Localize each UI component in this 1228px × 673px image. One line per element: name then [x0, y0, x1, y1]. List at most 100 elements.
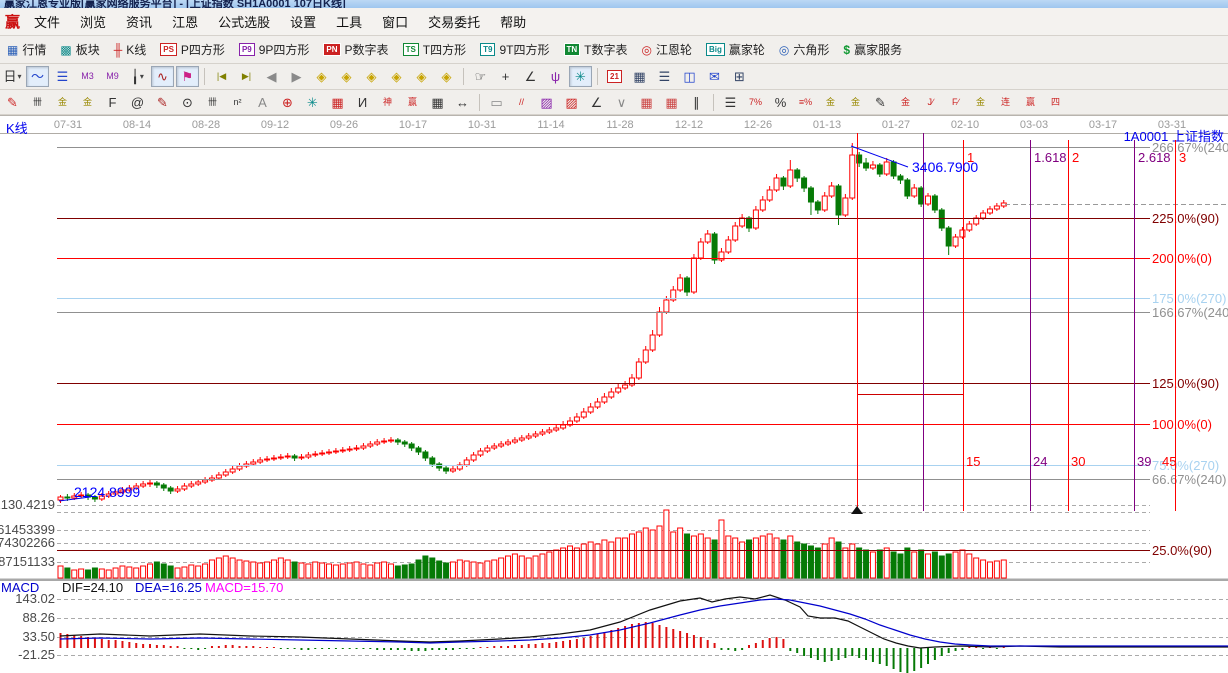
t9-square-button[interactable]: T99T四方形 — [473, 39, 556, 60]
diamond-arrow-star-button[interactable]: ◈ — [410, 66, 433, 87]
diamond-arrow-right-button[interactable]: ◈ — [335, 66, 358, 87]
color-flag-button[interactable]: ⚑ — [176, 66, 199, 87]
fan-box-button[interactable]: ▨ — [535, 92, 558, 113]
menu-7[interactable]: 窗口 — [372, 9, 418, 34]
t-square-button[interactable]: TST四方形 — [396, 39, 474, 60]
gold-line-button[interactable]: 金 — [844, 92, 867, 113]
f-line-button[interactable]: F∕ — [944, 92, 967, 113]
web-button[interactable]: ✳ — [301, 92, 324, 113]
period-selector-button-dropdown-icon[interactable]: ▾ — [18, 73, 22, 81]
angle-tool-button[interactable]: ∠ — [519, 66, 542, 87]
grid-red-button[interactable]: ▦ — [326, 92, 349, 113]
info-panel-button[interactable]: ☰ — [51, 66, 74, 87]
percent-slash-button[interactable]: 7% — [744, 92, 767, 113]
mirror-button[interactable]: A — [251, 92, 274, 113]
menu-3[interactable]: 江恩 — [162, 9, 208, 34]
volume-bar — [444, 563, 449, 578]
target-red-button[interactable]: ⊕ — [276, 92, 299, 113]
save-button[interactable]: ◫ — [678, 66, 701, 87]
candle-type-button[interactable]: ╽▾ — [126, 66, 149, 87]
p-number-table-button[interactable]: PNP数字表 — [316, 39, 395, 60]
menu-0[interactable]: 文件 — [24, 9, 70, 34]
mail-button[interactable]: ✉ — [703, 66, 726, 87]
menu-9[interactable]: 帮助 — [490, 9, 536, 34]
calculator-button[interactable]: ▦ — [628, 66, 651, 87]
fan-box2-button[interactable]: ▨ — [560, 92, 583, 113]
box-tool-button[interactable]: ▭ — [485, 92, 508, 113]
p9-square-button[interactable]: P99P四方形 — [232, 39, 316, 60]
i-quote-button[interactable]: И — [351, 92, 374, 113]
diamond-arrow-all-button[interactable]: ◈ — [435, 66, 458, 87]
diamond-arrow-in-button[interactable]: ◈ — [385, 66, 408, 87]
gann-wheel-button[interactable]: ◎江恩轮 — [635, 39, 700, 60]
diamond-arrow-h-button[interactable]: ◈ — [360, 66, 383, 87]
kline-button[interactable]: ╫K线 — [107, 39, 154, 60]
j-line-button[interactable]: J∕ — [919, 92, 942, 113]
menu-5[interactable]: 设置 — [280, 9, 326, 34]
gold-ratio-button[interactable]: 金 — [51, 92, 74, 113]
n2-button[interactable]: n² — [226, 92, 249, 113]
menu-1[interactable]: 浏览 — [70, 9, 116, 34]
quote-button[interactable]: ▦行情 — [0, 39, 53, 60]
width-button[interactable]: ↔ — [451, 92, 474, 113]
notes-button[interactable]: ☰ — [653, 66, 676, 87]
calendar-button[interactable]: 21 — [603, 66, 626, 87]
wave-v-button[interactable]: ∨ — [610, 92, 633, 113]
winner-service-button[interactable]: $赢家服务 — [836, 39, 909, 60]
f-ruler-button[interactable]: F — [101, 92, 124, 113]
kline-chart-svg[interactable]: 07-3108-1408-2809-1209-2610-1710-3111-14… — [0, 115, 1228, 673]
hand-tool-button[interactable]: ☞ — [469, 66, 492, 87]
sector-button[interactable]: ▩板块 — [53, 39, 106, 60]
percent-button[interactable]: % — [769, 92, 792, 113]
ying-slash-button[interactable]: 赢 — [1019, 92, 1042, 113]
t-number-table-button[interactable]: TNT数字表 — [557, 39, 635, 60]
brush-button[interactable]: ✎ — [869, 92, 892, 113]
time-cycle-button[interactable]: ⊙ — [176, 92, 199, 113]
first-page-button[interactable]: |◀ — [210, 66, 233, 87]
ruler2-button[interactable]: 卌 — [201, 92, 224, 113]
gold-circle-button[interactable]: 金 — [819, 92, 842, 113]
lian-button[interactable]: 连 — [994, 92, 1017, 113]
gann-shape-button[interactable]: ψ — [544, 66, 567, 87]
grid-123-button[interactable]: ▦ — [426, 92, 449, 113]
chart-area[interactable]: 07-3108-1408-2809-1209-2610-1710-3111-14… — [0, 115, 1228, 673]
si-button[interactable]: 四 — [1044, 92, 1067, 113]
gold-ratio2-button[interactable]: 金 — [76, 92, 99, 113]
shen-button[interactable]: 神 — [376, 92, 399, 113]
diamond-arrow-left-button[interactable]: ◈ — [310, 66, 333, 87]
prev-bar-button[interactable]: ◀ — [260, 66, 283, 87]
angle-lines-button[interactable]: ∠ — [585, 92, 608, 113]
percent-levels-button[interactable]: ≡% — [794, 92, 817, 113]
pencil2-button[interactable]: ✎ — [151, 92, 174, 113]
grid3-button[interactable]: ▦ — [660, 92, 683, 113]
p-square-button[interactable]: PSP四方形 — [153, 39, 232, 60]
winner-wheel-button[interactable]: Big赢家轮 — [699, 39, 772, 60]
gold-slash-button[interactable]: 金 — [969, 92, 992, 113]
candle-type-button-dropdown-icon[interactable]: ▾ — [140, 73, 144, 81]
menu-8[interactable]: 交易委托 — [418, 9, 490, 34]
gold-slash-icon: 金 — [976, 98, 985, 107]
print-button[interactable]: ⊞ — [728, 66, 751, 87]
slash-button[interactable]: ∥ — [685, 92, 708, 113]
brain-tool-button[interactable]: ✳ — [569, 66, 592, 87]
next-bar-button[interactable]: ▶ — [285, 66, 308, 87]
bars-3-button[interactable]: M3 — [76, 66, 99, 87]
measure-button[interactable]: ☰ — [719, 92, 742, 113]
spiral-button[interactable]: @ — [126, 92, 149, 113]
fan-lines-button[interactable]: // — [510, 92, 533, 113]
ruler-tool-button[interactable]: 卌 — [26, 92, 49, 113]
ying-button[interactable]: 赢 — [401, 92, 424, 113]
grid2-button[interactable]: ▦ — [635, 92, 658, 113]
overlay-chart-button[interactable]: 〜 — [26, 66, 49, 87]
bars-9-button[interactable]: M9 — [101, 66, 124, 87]
last-page-button[interactable]: ▶| — [235, 66, 258, 87]
gann-box-gold-button[interactable]: 金 — [894, 92, 917, 113]
menu-6[interactable]: 工具 — [326, 9, 372, 34]
menu-4[interactable]: 公式选股 — [208, 9, 280, 34]
menu-2[interactable]: 资讯 — [116, 9, 162, 34]
gann-wave-button[interactable]: ∿ — [151, 66, 174, 87]
hexagon-button[interactable]: ◎六角形 — [772, 39, 837, 60]
pencil-tool-button[interactable]: ✎ — [1, 92, 24, 113]
crosshair-button[interactable]: + — [494, 66, 517, 87]
period-selector-button[interactable]: 日▾ — [1, 66, 24, 87]
